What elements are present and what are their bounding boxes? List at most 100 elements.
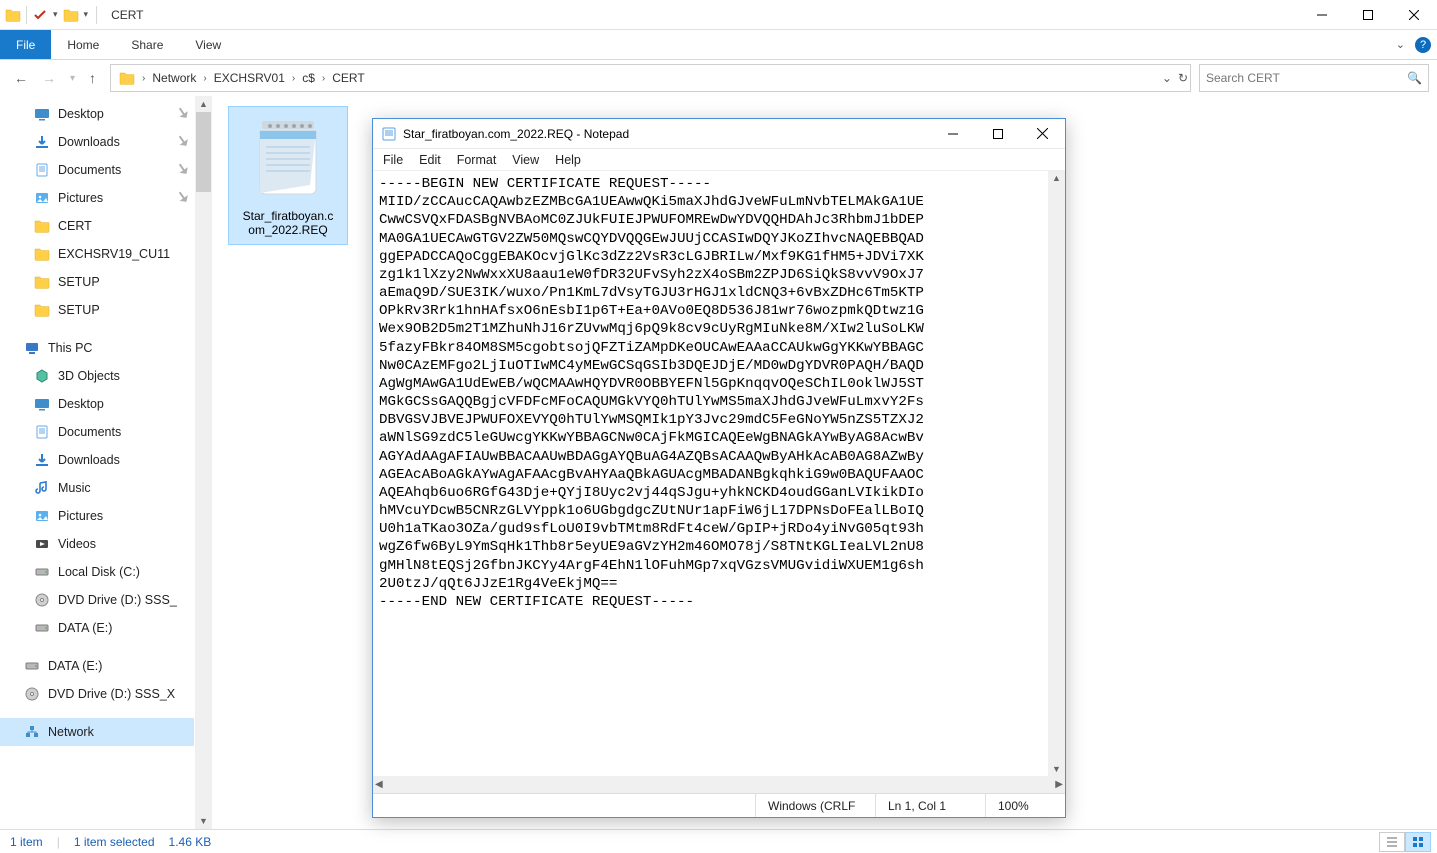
nav-label: Desktop <box>58 107 104 121</box>
nav-item-setup[interactable]: SETUP <box>0 296 194 324</box>
address-root-icon[interactable] <box>115 70 139 86</box>
chevron-right-icon[interactable]: › <box>139 73 148 84</box>
address-dropdown-icon[interactable]: ⌄ <box>1162 71 1172 85</box>
breadcrumb-seg[interactable]: Network <box>148 71 200 85</box>
tab-view[interactable]: View <box>179 30 237 59</box>
tab-share[interactable]: Share <box>115 30 179 59</box>
notepad-minimize-button[interactable] <box>930 119 975 148</box>
nav-label: Pictures <box>58 191 103 205</box>
drive-icon <box>24 658 40 674</box>
documents-icon <box>34 424 50 440</box>
notepad-menu-help[interactable]: Help <box>555 153 581 167</box>
back-button[interactable]: ← <box>14 70 28 86</box>
forward-button[interactable]: → <box>42 70 56 86</box>
scroll-down-icon[interactable]: ▼ <box>199 813 208 829</box>
breadcrumb-seg[interactable]: c$ <box>298 71 319 85</box>
nav-item-desktop[interactable]: Desktop <box>0 390 194 418</box>
pictures-icon <box>34 190 50 206</box>
notepad-status-zoom: 100% <box>985 794 1065 817</box>
close-button[interactable] <box>1391 0 1437 29</box>
status-count: 1 item <box>10 835 43 849</box>
properties-check-icon[interactable] <box>31 6 49 24</box>
drive-icon <box>34 620 50 636</box>
tab-home[interactable]: Home <box>51 30 115 59</box>
desktop-icon <box>34 396 50 412</box>
nav-item-setup[interactable]: SETUP <box>0 268 194 296</box>
notepad-maximize-button[interactable] <box>975 119 1020 148</box>
nav-item-pictures[interactable]: Pictures <box>0 502 194 530</box>
notepad-icon <box>381 126 397 142</box>
notepad-vscrollbar[interactable]: ▲ ▼ <box>1048 171 1065 776</box>
notepad-window[interactable]: Star_firatboyan.com_2022.REQ - Notepad F… <box>372 118 1066 818</box>
notepad-hscrollbar[interactable]: ◀ ▶ <box>373 776 1065 793</box>
nav-item-dvd-drive-d-sss-x[interactable]: DVD Drive (D:) SSS_X <box>0 680 194 708</box>
search-input[interactable]: Search CERT 🔍 <box>1199 64 1429 92</box>
dvd-icon <box>34 592 50 608</box>
nav-item-music[interactable]: Music <box>0 474 194 502</box>
nav-label: Downloads <box>58 453 120 467</box>
nav-network[interactable]: Network <box>0 718 194 746</box>
3d-icon <box>34 368 50 384</box>
nav-item-3d-objects[interactable]: 3D Objects <box>0 362 194 390</box>
file-item[interactable]: Star_firatboyan.c om_2022.REQ <box>228 106 348 245</box>
scroll-up-icon[interactable]: ▲ <box>199 96 208 112</box>
view-large-icons-button[interactable] <box>1405 832 1431 852</box>
notepad-menu-format[interactable]: Format <box>457 153 497 167</box>
chevron-right-icon[interactable]: › <box>319 73 328 84</box>
notepad-menu-edit[interactable]: Edit <box>419 153 441 167</box>
qat-dropdown-icon[interactable]: ▾ <box>49 9 62 20</box>
nav-label: Documents <box>58 163 121 177</box>
notepad-menu-file[interactable]: File <box>383 153 403 167</box>
downloads-icon <box>34 452 50 468</box>
notepad-titlebar[interactable]: Star_firatboyan.com_2022.REQ - Notepad <box>373 119 1065 149</box>
address-bar[interactable]: › Network › EXCHSRV01 › c$ › CERT ⌄ ↻ <box>110 64 1191 92</box>
tab-file[interactable]: File <box>0 30 51 59</box>
nav-item-data-e-[interactable]: DATA (E:) <box>0 652 194 680</box>
nav-item-documents[interactable]: Documents <box>0 156 194 184</box>
scroll-right-icon[interactable]: ▶ <box>1055 779 1063 790</box>
recent-dropdown-icon[interactable]: ▾ <box>70 73 75 84</box>
notepad-menu-view[interactable]: View <box>512 153 539 167</box>
notepad-menu: File Edit Format View Help <box>373 149 1065 171</box>
nav-item-desktop[interactable]: Desktop <box>0 100 194 128</box>
chevron-right-icon[interactable]: › <box>289 73 298 84</box>
scroll-down-icon[interactable]: ▼ <box>1050 762 1063 776</box>
scroll-left-icon[interactable]: ◀ <box>375 779 383 790</box>
scroll-thumb[interactable] <box>196 112 211 192</box>
ribbon-expand-icon[interactable]: ⌄ <box>1396 38 1405 51</box>
nav-label: Local Disk (C:) <box>58 565 140 579</box>
nav-item-pictures[interactable]: Pictures <box>0 184 194 212</box>
nav-item-cert[interactable]: CERT <box>0 212 194 240</box>
minimize-button[interactable] <box>1299 0 1345 29</box>
scroll-up-icon[interactable]: ▲ <box>1050 171 1063 185</box>
nav-item-downloads[interactable]: Downloads <box>0 128 194 156</box>
maximize-button[interactable] <box>1345 0 1391 29</box>
documents-icon <box>34 162 50 178</box>
nav-item-downloads[interactable]: Downloads <box>0 446 194 474</box>
view-details-button[interactable] <box>1379 832 1405 852</box>
folder-icon <box>34 274 50 290</box>
nav-this-pc[interactable]: This PC <box>0 334 194 362</box>
up-button[interactable]: ↑ <box>89 70 96 86</box>
breadcrumb-seg[interactable]: CERT <box>328 71 368 85</box>
nav-item-data-e-[interactable]: DATA (E:) <box>0 614 194 642</box>
notepad-close-button[interactable] <box>1020 119 1065 148</box>
nav-scrollbar[interactable]: ▲ ▼ <box>195 96 212 829</box>
explorer-titlebar: ▾ ▾ CERT <box>0 0 1437 30</box>
qat-customize-icon[interactable]: ▾ <box>80 9 93 20</box>
window-title: CERT <box>105 8 143 22</box>
nav-label: Network <box>48 725 94 739</box>
nav-item-exchsrv19-cu11[interactable]: EXCHSRV19_CU11 <box>0 240 194 268</box>
help-icon[interactable]: ? <box>1415 37 1431 53</box>
notepad-text[interactable]: -----BEGIN NEW CERTIFICATE REQUEST----- … <box>373 171 1048 793</box>
nav-item-dvd-drive-d-sss-[interactable]: DVD Drive (D:) SSS_ <box>0 586 194 614</box>
refresh-icon[interactable]: ↻ <box>1178 71 1188 85</box>
drive-icon <box>34 564 50 580</box>
nav-label: DVD Drive (D:) SSS_X <box>48 687 175 701</box>
nav-item-local-disk-c-[interactable]: Local Disk (C:) <box>0 558 194 586</box>
nav-item-documents[interactable]: Documents <box>0 418 194 446</box>
pc-icon <box>24 340 40 356</box>
nav-item-videos[interactable]: Videos <box>0 530 194 558</box>
breadcrumb-seg[interactable]: EXCHSRV01 <box>210 71 289 85</box>
chevron-right-icon[interactable]: › <box>200 73 209 84</box>
